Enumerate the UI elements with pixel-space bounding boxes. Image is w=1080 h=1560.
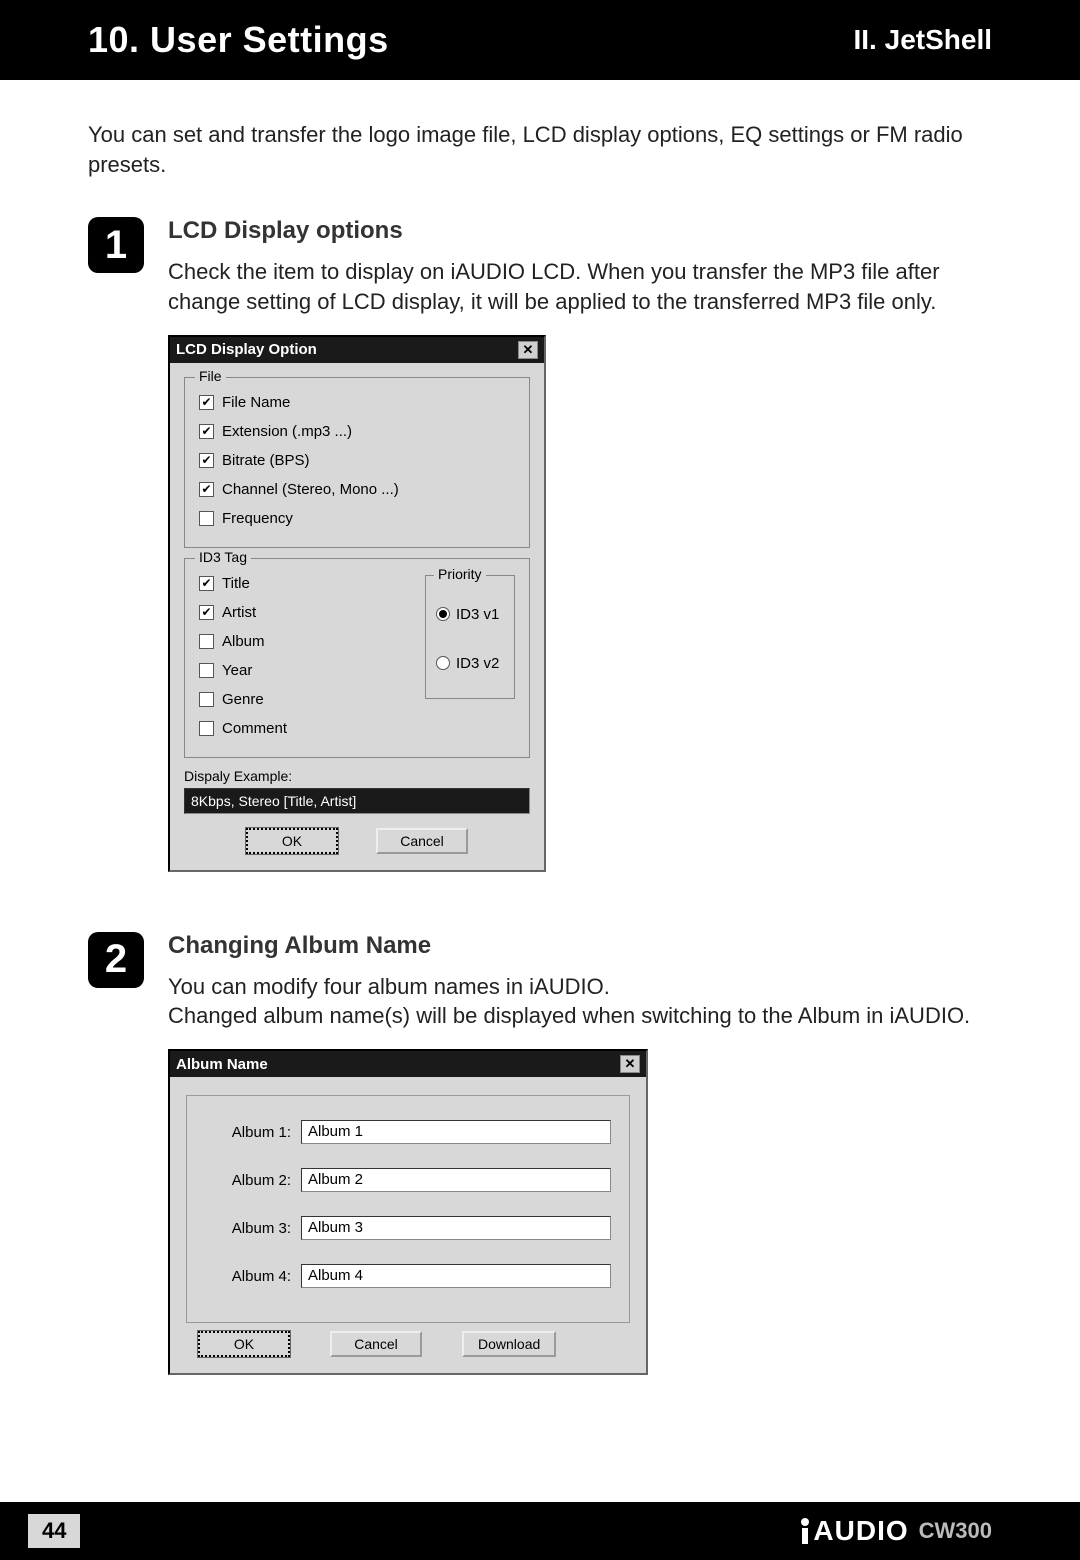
album-label-3: Album 3: — [205, 1220, 291, 1237]
page-title: 10. User Settings — [88, 19, 389, 61]
chk-label: Comment — [222, 720, 287, 737]
brand-text: AUDIO — [813, 1515, 908, 1547]
page-header: 10. User Settings II. JetShell — [0, 0, 1080, 80]
brand: AUDIO CW300 — [801, 1515, 992, 1547]
close-icon[interactable]: ✕ — [620, 1055, 640, 1073]
section2-desc: You can modify four album names in iAUDI… — [168, 972, 992, 1031]
display-example-label: Dispaly Example: — [184, 768, 530, 784]
file-group-legend: File — [195, 368, 226, 384]
section1-desc: Check the item to display on iAUDIO LCD.… — [168, 257, 992, 316]
album-input-3[interactable]: Album 3 — [301, 1216, 611, 1240]
step-badge-2: 2 — [88, 932, 144, 988]
chk-channel[interactable] — [199, 482, 214, 497]
chk-album[interactable] — [199, 634, 214, 649]
album-name-dialog: Album Name ✕ Album 1: Album 1 Album 2: A… — [168, 1049, 648, 1375]
priority-legend: Priority — [434, 566, 486, 582]
radio-label: ID3 v2 — [456, 655, 499, 672]
id3-group-legend: ID3 Tag — [195, 549, 251, 565]
chk-year[interactable] — [199, 663, 214, 678]
model-text: CW300 — [919, 1518, 992, 1544]
dialog-title: Album Name — [176, 1056, 268, 1073]
id3-group: ID3 Tag Title Artist Album Year Genre Co… — [184, 558, 530, 758]
album-label-2: Album 2: — [205, 1172, 291, 1189]
file-group: File File Name Extension (.mp3 ...) Bitr… — [184, 377, 530, 548]
display-example-value: 8Kbps, Stereo [Title, Artist] — [184, 788, 530, 814]
ok-button[interactable]: OK — [246, 828, 338, 854]
chk-file-name[interactable] — [199, 395, 214, 410]
chk-comment[interactable] — [199, 721, 214, 736]
chk-artist[interactable] — [199, 605, 214, 620]
section2-title: Changing Album Name — [168, 932, 992, 960]
breadcrumb: II. JetShell — [854, 24, 993, 56]
chk-label: Frequency — [222, 510, 293, 527]
album-panel: Album 1: Album 1 Album 2: Album 2 Album … — [186, 1095, 630, 1323]
chk-label: Artist — [222, 604, 256, 621]
chk-label: Title — [222, 575, 250, 592]
download-button[interactable]: Download — [462, 1331, 556, 1357]
radio-id3v1[interactable] — [436, 607, 450, 621]
chk-extension[interactable] — [199, 424, 214, 439]
ok-button[interactable]: OK — [198, 1331, 290, 1357]
cancel-button[interactable]: Cancel — [376, 828, 468, 854]
close-icon[interactable]: ✕ — [518, 341, 538, 359]
chk-genre[interactable] — [199, 692, 214, 707]
chk-label: Bitrate (BPS) — [222, 452, 310, 469]
lcd-display-dialog: LCD Display Option ✕ File File Name Exte… — [168, 335, 546, 872]
chk-label: Album — [222, 633, 265, 650]
album-label-4: Album 4: — [205, 1268, 291, 1285]
album-input-1[interactable]: Album 1 — [301, 1120, 611, 1144]
page-footer: 44 AUDIO CW300 — [0, 1502, 1080, 1560]
radio-id3v2[interactable] — [436, 656, 450, 670]
chk-frequency[interactable] — [199, 511, 214, 526]
chk-bitrate[interactable] — [199, 453, 214, 468]
section1-title: LCD Display options — [168, 217, 992, 245]
album-input-4[interactable]: Album 4 — [301, 1264, 611, 1288]
album-label-1: Album 1: — [205, 1124, 291, 1141]
chk-label: Channel (Stereo, Mono ...) — [222, 481, 399, 498]
dialog-titlebar[interactable]: Album Name ✕ — [170, 1051, 646, 1077]
album-input-2[interactable]: Album 2 — [301, 1168, 611, 1192]
dialog-title: LCD Display Option — [176, 341, 317, 358]
chk-label: Extension (.mp3 ...) — [222, 423, 352, 440]
priority-group: Priority ID3 v1 ID3 v2 — [425, 575, 515, 699]
page-number: 44 — [28, 1514, 80, 1548]
cancel-button[interactable]: Cancel — [330, 1331, 422, 1357]
chk-label: File Name — [222, 394, 290, 411]
chk-label: Genre — [222, 691, 264, 708]
chk-label: Year — [222, 662, 252, 679]
dialog-titlebar[interactable]: LCD Display Option ✕ — [170, 337, 544, 363]
chk-title[interactable] — [199, 576, 214, 591]
intro-text: You can set and transfer the logo image … — [88, 120, 992, 179]
radio-label: ID3 v1 — [456, 606, 499, 623]
step-badge-1: 1 — [88, 217, 144, 273]
logo-icon — [801, 1518, 809, 1544]
